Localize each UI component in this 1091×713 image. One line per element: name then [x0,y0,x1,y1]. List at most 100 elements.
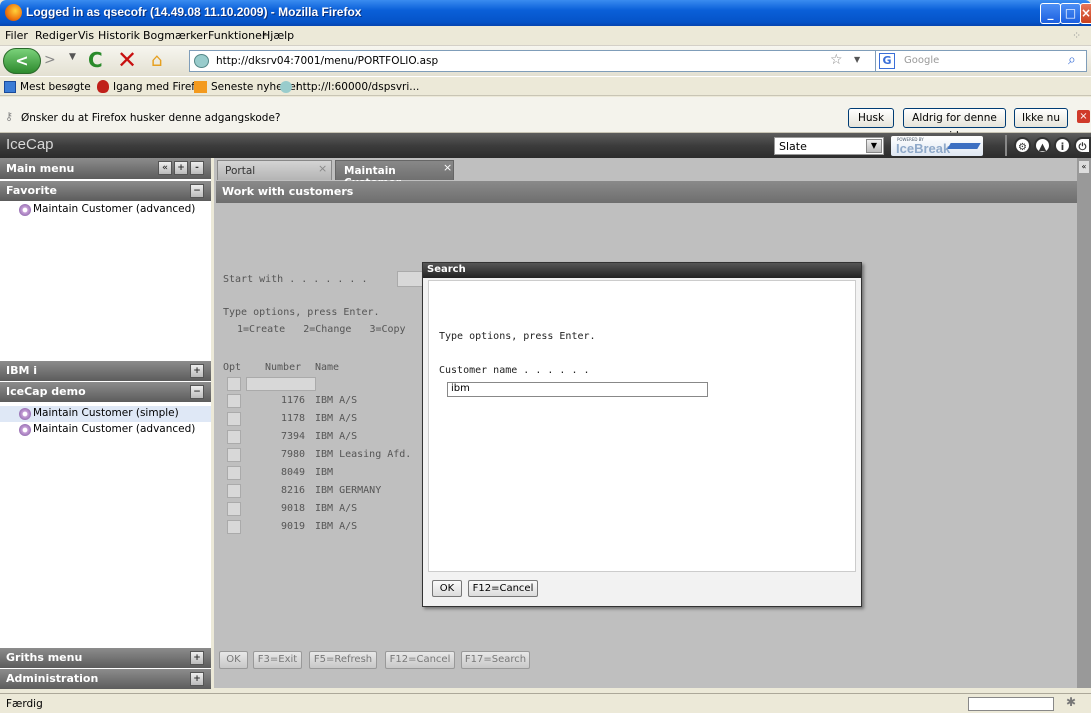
search-placeholder: Google [904,55,940,66]
griths-menu-header[interactable]: Griths menu + [0,648,211,668]
back-button[interactable]: < [3,48,41,74]
gear-icon [19,424,31,436]
right-collapse-strip[interactable]: « [1077,158,1091,688]
opt-checkbox[interactable] [227,466,241,480]
sidebar-item-favorite-advanced[interactable]: Maintain Customer (advanced) [19,203,195,219]
bookmark-link[interactable]: http://l:60000/dspsvri... [296,81,419,93]
plus-icon[interactable]: + [190,364,204,378]
dialog-title-bar[interactable]: Search [423,263,861,278]
expand-all-icon[interactable]: + [174,161,188,175]
cancel-button[interactable]: F12=Cancel [385,651,455,669]
tab-portal[interactable]: Portal × [217,160,332,180]
opt-checkbox[interactable] [227,448,241,462]
sidebar-item-demo-advanced[interactable]: Maintain Customer (advanced) [19,423,196,439]
menu-bookmarks[interactable]: Bogmærker [143,29,208,42]
home-icon[interactable]: ⌂ [151,50,162,71]
number-filter-input[interactable] [246,377,316,391]
screen-title: Work with customers [222,185,354,198]
info-icon[interactable]: i [1054,137,1071,154]
forward-button[interactable]: > [44,52,66,70]
stop-icon[interactable]: ✕ [117,46,137,74]
customer-name-value: ibm [451,383,470,394]
maximize-button[interactable]: □ [1060,3,1081,24]
favorite-title: Favorite [6,184,57,197]
collapse-left-icon[interactable]: « [158,161,172,175]
menu-edit[interactable]: Rediger [35,29,77,42]
close-button[interactable]: × [1080,3,1091,24]
history-dropdown-icon[interactable]: ▼ [69,52,76,62]
customer-name-label: Customer name . . . . . . [439,365,590,376]
gear-icon [19,408,31,420]
sidebar-item-label: Maintain Customer (advanced) [33,423,196,435]
google-engine-icon[interactable]: G [879,53,895,69]
address-bar[interactable]: http://dksrv04:7001/menu/PORTFOLIO.asp ☆… [189,50,917,72]
collapse-right-icon[interactable]: « [1079,161,1089,173]
type-options-text: Type options, press Enter. [223,307,380,318]
site-icon [194,54,209,68]
plus-icon[interactable]: + [190,672,204,686]
ok-button[interactable]: OK [219,651,248,669]
window-title-bar: Logged in as qsecofr (14.49.08 11.10.200… [0,0,1091,26]
dialog-ok-button[interactable]: OK [432,580,462,597]
minus-icon[interactable]: − [190,184,204,198]
remember-button[interactable]: Husk [848,108,894,128]
key-icon: ⚷ [5,110,14,123]
close-icon[interactable]: × [318,162,327,175]
menu-history[interactable]: Historik [98,29,140,42]
icecap-demo-header[interactable]: IceCap demo − [0,382,211,402]
opt-checkbox[interactable] [227,484,241,498]
never-for-site-button[interactable]: Aldrig for denne side [903,108,1006,142]
theme-select[interactable]: Slate ▼ [774,137,884,155]
menu-tools[interactable]: Funktioner [208,29,266,42]
ibm-i-title: IBM i [6,364,38,377]
start-with-input[interactable] [397,271,423,287]
reload-icon[interactable]: C [88,48,103,72]
settings-icon[interactable]: ⚙ [1014,137,1031,154]
tab-label: Portal [225,165,256,177]
rss-icon [194,81,207,93]
customer-name: IBM Leasing Afd. [315,449,412,460]
chevron-down-icon[interactable]: ▼ [866,139,882,153]
password-prompt-text: Ønsker du at Firefox husker denne adgang… [21,112,281,124]
col-header-opt: Opt [223,362,242,373]
bookmark-most-visited[interactable]: Mest besøgte [20,81,91,93]
administration-header[interactable]: Administration + [0,669,211,689]
opt-checkbox[interactable] [227,394,241,408]
collapse-all-icon[interactable]: - [190,161,204,175]
refresh-button[interactable]: F5=Refresh [309,651,377,669]
bookmarks-toolbar: Mest besøgte Igang med Firefox Seneste n… [0,76,1091,96]
tab-maintain-customer[interactable]: Maintain Customer × [335,160,454,189]
sidebar-item-demo-simple[interactable]: Maintain Customer (simple) [19,407,179,423]
screen-header: Work with customers [216,181,1077,203]
customer-name-input[interactable]: ibm [447,382,708,397]
main-menu-header: Main menu « + - [0,158,211,179]
ibm-i-header[interactable]: IBM i + [0,361,211,381]
exit-button[interactable]: F3=Exit [253,651,302,669]
menu-view[interactable]: Vis [78,29,94,42]
search-icon[interactable]: ⌕ [1068,52,1076,68]
power-icon[interactable]: ⏻ [1074,137,1091,154]
minimize-button[interactable]: _ [1040,3,1061,24]
icebreak-logo-text: IceBreak [896,141,951,156]
menu-file[interactable]: Filer [5,29,28,42]
close-icon[interactable]: × [443,161,452,174]
dialog-cancel-button[interactable]: F12=Cancel [468,580,538,597]
opt-checkbox[interactable] [227,412,241,426]
search-button[interactable]: F17=Search [461,651,530,669]
close-bar-icon[interactable]: × [1077,110,1090,123]
search-box[interactable]: G Google ⌕ [875,50,1087,72]
minus-icon[interactable]: − [190,385,204,399]
status-text: Færdig [6,698,43,710]
opt-checkbox[interactable] [227,502,241,516]
bookmark-star-icon[interactable]: ☆ [830,52,843,68]
not-now-button[interactable]: Ikke nu [1014,108,1068,128]
favorite-header[interactable]: Favorite − [0,181,211,201]
user-icon[interactable]: ▲ [1034,137,1051,154]
url-dropdown-icon[interactable]: ▼ [854,55,860,64]
sidebar-item-label: Maintain Customer (simple) [33,407,179,419]
plus-icon[interactable]: + [190,651,204,665]
opt-checkbox[interactable] [227,520,241,534]
opt-input-filter[interactable] [227,377,241,391]
opt-checkbox[interactable] [227,430,241,444]
menu-help[interactable]: Hjælp [262,29,294,42]
